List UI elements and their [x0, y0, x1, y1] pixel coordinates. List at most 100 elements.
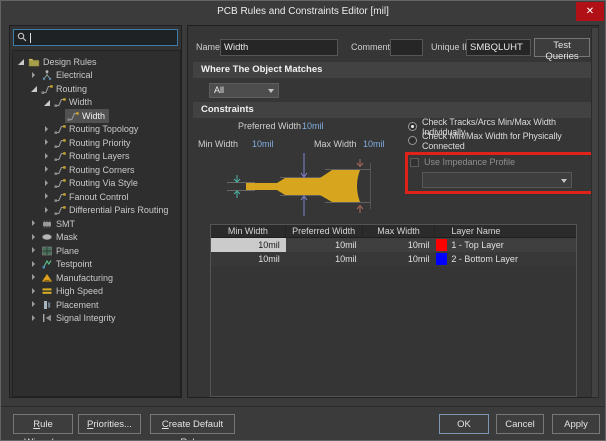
expander-closed-icon[interactable] — [43, 125, 52, 134]
sidebar-item-routing-corners[interactable]: Routing Corners — [13, 163, 180, 177]
sidebar-item-signal-integrity[interactable]: Signal Integrity — [13, 312, 180, 326]
expander-closed-icon[interactable] — [30, 300, 39, 309]
routing-icon — [54, 164, 66, 176]
expander-closed-icon[interactable] — [30, 260, 39, 269]
cell-layer-name[interactable]: 1 - Top Layer — [435, 238, 576, 252]
text-caret — [30, 33, 31, 43]
sidebar-item-routing-topology[interactable]: Routing Topology — [13, 123, 180, 137]
unique-id-input[interactable] — [466, 39, 531, 56]
expander-closed-icon[interactable] — [30, 314, 39, 323]
comment-input[interactable] — [390, 39, 423, 56]
table-row[interactable]: 10mil10mil10mil2 - Bottom Layer — [211, 252, 576, 266]
sidebar-item-electrical[interactable]: Electrical — [13, 69, 180, 83]
sidebar-item-width[interactable]: Width — [13, 109, 180, 123]
expander-closed-icon[interactable] — [30, 71, 39, 80]
layer-name-label: 1 - Top Layer — [451, 238, 503, 252]
sidebar-item-width[interactable]: Width — [13, 96, 180, 110]
sidebar-item-smt[interactable]: SMT — [13, 217, 180, 231]
sidebar-item-fanout-control[interactable]: Fanout Control — [13, 190, 180, 204]
tree-item-label: Routing Priority — [69, 138, 131, 148]
tree-item-label: Manufacturing — [56, 273, 113, 283]
chevron-down-icon — [561, 179, 567, 183]
rules-search-input[interactable] — [13, 29, 178, 46]
scope-dropdown[interactable]: All — [209, 83, 279, 98]
expander-closed-icon[interactable] — [43, 152, 52, 161]
tree-item-label: Routing Via Style — [69, 178, 138, 188]
name-input[interactable] — [220, 39, 338, 56]
expander-open-icon[interactable] — [30, 84, 39, 93]
rules-sidebar: Design RulesElectricalRoutingWidthWidthR… — [9, 25, 182, 398]
tree-item-label: Width — [82, 111, 105, 121]
expander-open-icon[interactable] — [43, 98, 52, 107]
expander-closed-icon[interactable] — [43, 192, 52, 201]
close-button[interactable]: ✕ — [576, 2, 604, 21]
min-width-value[interactable]: 10mil — [252, 139, 274, 150]
apply-button[interactable]: Apply — [552, 414, 600, 434]
sidebar-item-differential-pairs-routing[interactable]: Differential Pairs Routing — [13, 204, 180, 218]
expander-closed-icon[interactable] — [30, 246, 39, 255]
test-queries-button[interactable]: Test Queries — [534, 38, 590, 57]
expander-spacer — [56, 111, 65, 120]
radio-check-connected[interactable]: Check Min/Max Width for Physically Conne… — [408, 135, 598, 146]
sidebar-item-design-rules[interactable]: Design Rules — [13, 55, 180, 69]
design-rules-tree: Design RulesElectricalRoutingWidthWidthR… — [12, 50, 181, 397]
column-header-min-width[interactable]: Min Width — [211, 225, 286, 238]
sidebar-item-placement[interactable]: Placement — [13, 298, 180, 312]
tree-item-label: Routing Corners — [69, 165, 135, 175]
sidebar-item-manufacturing[interactable]: Manufacturing — [13, 271, 180, 285]
tree-item-label: Routing Layers — [69, 151, 130, 161]
max-width-value[interactable]: 10mil — [363, 139, 385, 150]
testpoint-icon — [41, 258, 53, 270]
sidebar-item-mask[interactable]: Mask — [13, 231, 180, 245]
routing-icon — [54, 137, 66, 149]
cancel-button[interactable]: Cancel — [496, 414, 544, 434]
cell-max-width[interactable]: 10mil — [363, 238, 436, 252]
expander-closed-icon[interactable] — [30, 233, 39, 242]
rule-wizard-button[interactable]: Rule Wizard... — [13, 414, 73, 434]
vertical-scrollbar[interactable] — [591, 27, 599, 398]
column-header-max-width[interactable]: Max Width — [363, 225, 436, 238]
create-default-rules-button[interactable]: Create Default Rules — [150, 414, 235, 434]
cell-preferred-width[interactable]: 10mil — [286, 252, 363, 266]
expander-closed-icon[interactable] — [43, 165, 52, 174]
cell-min-width[interactable]: 10mil — [211, 252, 286, 266]
expander-closed-icon[interactable] — [43, 179, 52, 188]
plane-icon — [41, 245, 53, 257]
impedance-checkbox[interactable] — [410, 158, 419, 167]
sidebar-item-plane[interactable]: Plane — [13, 244, 180, 258]
expander-closed-icon[interactable] — [30, 273, 39, 282]
min-width-arrows — [234, 175, 240, 198]
sidebar-item-routing-priority[interactable]: Routing Priority — [13, 136, 180, 150]
sidebar-item-testpoint[interactable]: Testpoint — [13, 258, 180, 272]
sidebar-item-routing-layers[interactable]: Routing Layers — [13, 150, 180, 164]
layer-color-swatch — [436, 253, 447, 265]
expander-closed-icon[interactable] — [43, 138, 52, 147]
priorities-button[interactable]: Priorities... — [78, 414, 141, 434]
table-row[interactable]: 10mil10mil10mil1 - Top Layer — [211, 238, 576, 252]
sidebar-item-routing[interactable]: Routing — [13, 82, 180, 96]
ok-button[interactable]: OK — [439, 414, 489, 434]
cell-preferred-width[interactable]: 10mil — [286, 238, 363, 252]
sidebar-item-high-speed[interactable]: High Speed — [13, 285, 180, 299]
cell-min-width[interactable]: 10mil — [211, 238, 286, 252]
column-header-layer-name[interactable]: Layer Name — [435, 225, 576, 238]
cell-layer-name[interactable]: 2 - Bottom Layer — [435, 252, 576, 266]
footer-divider — [1, 406, 606, 407]
cell-max-width[interactable]: 10mil — [363, 252, 436, 266]
tree-item-label: SMT — [56, 219, 75, 229]
radio-button-icon[interactable] — [408, 122, 417, 131]
name-label: Name — [196, 42, 220, 53]
radio-button-icon[interactable] — [408, 136, 417, 145]
column-header-preferred-width[interactable]: Preferred Width — [286, 225, 363, 238]
preferred-width-value[interactable]: 10mil — [302, 121, 324, 132]
routing-icon — [54, 150, 66, 162]
expander-closed-icon[interactable] — [43, 206, 52, 215]
expander-closed-icon[interactable] — [30, 219, 39, 228]
impedance-dropdown[interactable] — [422, 172, 572, 188]
electrical-icon — [41, 69, 53, 81]
expander-closed-icon[interactable] — [30, 287, 39, 296]
sidebar-item-routing-via-style[interactable]: Routing Via Style — [13, 177, 180, 191]
expander-open-icon[interactable] — [17, 57, 26, 66]
tree-item-label: Plane — [56, 246, 79, 256]
titlebar[interactable]: PCB Rules and Constraints Editor [mil] ✕ — [1, 1, 605, 22]
